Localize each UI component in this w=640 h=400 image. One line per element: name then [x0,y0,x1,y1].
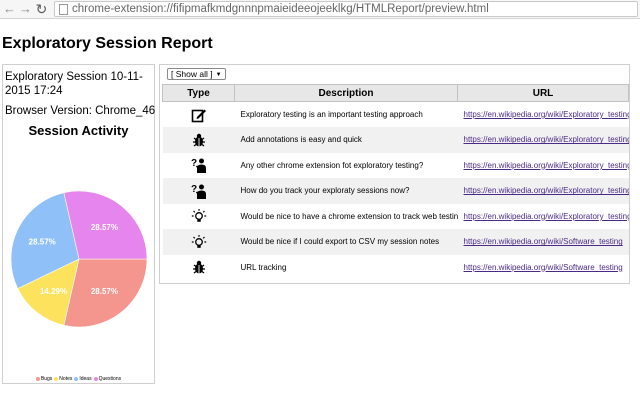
svg-text:?: ? [191,184,197,195]
question-person-icon: ? [191,157,207,174]
description-cell: Exploratory testing is an important test… [240,110,423,119]
table-row: Would be nice to have a chrome extension… [163,204,629,230]
url-cell: https://en.wikipedia.org/wiki/Explorator… [458,153,629,179]
table-header-row: Type Description URL [162,84,629,102]
report-table-panel: [ Show all ] ▼ Type Description URL Explo… [159,64,630,284]
chart-legend: Bugs Notes Ideas Questions [3,376,154,382]
lightbulb-icon [191,234,207,250]
type-cell: ? [163,153,235,179]
url-cell: https://en.wikipedia.org/wiki/Explorator… [458,204,629,230]
legend-item: Ideas [74,376,92,382]
bug-icon [191,259,207,275]
column-header-description: Description [234,84,458,102]
url-link[interactable]: https://en.wikipedia.org/wiki/Explorator… [464,212,629,221]
type-cell [163,102,235,128]
description-cell: Any other chrome extension fot explorato… [240,160,424,170]
page-icon [59,4,68,15]
column-header-url: URL [457,84,629,102]
legend-label: Notes [59,376,73,382]
pie-slice-label: 28.57% [91,223,118,232]
url-link[interactable]: https://en.wikipedia.org/wiki/Explorator… [464,135,629,144]
pie-slice-label: 28.57% [29,237,56,246]
type-cell: ? [162,178,235,204]
legend-label: Questions [98,376,122,382]
legend-swatch [35,376,40,381]
pie-slice-label: 14.29% [40,287,67,296]
url-cell: https://en.wikipedia.org/wiki/Explorator… [457,178,629,204]
legend-swatch [74,376,79,381]
legend-swatch [93,376,98,381]
reload-icon[interactable]: ↻ [34,1,49,17]
lightbulb-icon [191,208,207,224]
description-cell: URL tracking [240,262,287,272]
table-row: ? Any other chrome extension fot explorat… [163,153,629,179]
page-title: Exploratory Session Report [2,35,213,52]
address-bar-url[interactable]: chrome-extension://fifipmafkmdgnnnpmaiei… [72,2,489,16]
url-cell: https://en.wikipedia.org/wiki/Explorator… [457,127,629,153]
filter-select-value: [ Show all ] [171,69,213,79]
url-cell: https://en.wikipedia.org/wiki/Explorator… [458,102,629,128]
table-row: Add annotations is easy and quick https:/… [162,127,629,153]
note-edit-icon [191,107,207,123]
url-link[interactable]: https://en.wikipedia.org/wiki/Explorator… [464,110,629,119]
question-person-icon: ? [191,183,207,199]
table-row: Exploratory testing is an important test… [163,102,629,128]
legend-swatch [54,376,59,381]
column-header-type: Type [162,84,235,102]
table-row: URL tracking https://en.wikipedia.org/wik… [163,255,629,281]
description-cell: How do you track your exploraty sessions… [234,178,458,204]
legend-label: Ideas [79,376,92,382]
filter-select[interactable]: [ Show all ] ▼ [167,68,226,80]
dropdown-arrow-icon: ▼ [215,72,222,78]
table-row: Would be nice if I could export to CSV m… [162,229,629,255]
pie-slice-label: 28.57% [91,287,118,296]
session-summary-panel: Exploratory Session 10-11-2015 17:24 Bro… [2,64,155,384]
legend-item: Notes [54,376,72,382]
url-link[interactable]: https://en.wikipedia.org/wiki/Explorator… [464,186,629,195]
url-cell: https://en.wikipedia.org/wiki/Software_t… [457,229,629,255]
session-activity-pie-chart: 28.57% 14.29% 28.57% 28.57% [10,190,148,328]
report-table: Type Description URL Exploratory testing… [162,84,629,280]
description-cell: Add annotations is easy and quick [234,127,458,153]
url-cell: https://en.wikipedia.org/wiki/Software_t… [458,255,629,281]
description-cell: Would be nice to have a chrome extension… [240,211,458,221]
bug-icon [191,132,207,148]
session-name: Exploratory Session 10-11-2015 17:24 [5,71,143,97]
url-link[interactable]: https://en.wikipedia.org/wiki/Explorator… [464,161,629,170]
back-arrow-icon[interactable]: ← [2,1,17,17]
browser-version: Browser Version: Chrome_46 [5,105,156,117]
type-cell [162,127,235,153]
legend-item: Bugs [35,376,53,382]
url-link[interactable]: https://en.wikipedia.org/wiki/Software_t… [464,263,623,272]
description-cell: Would be nice if I could export to CSV m… [234,229,458,255]
type-cell [163,255,235,281]
table-row: ? How do you track your exploraty session… [162,178,629,204]
url-link[interactable]: https://en.wikipedia.org/wiki/Software_t… [464,237,623,246]
type-cell [162,229,235,255]
legend-item: Questions [93,376,122,382]
chart-title: Session Activity [28,123,129,138]
address-bar[interactable]: chrome-extension://fifipmafkmdgnnnpmaiei… [54,1,638,17]
type-cell [163,204,235,230]
forward-arrow-icon[interactable]: → [18,1,33,17]
browser-toolbar: ← → ↻ chrome-extension://fifipmafkmdgnnn… [0,0,640,19]
legend-label: Bugs [40,376,53,382]
svg-text:?: ? [191,158,197,169]
